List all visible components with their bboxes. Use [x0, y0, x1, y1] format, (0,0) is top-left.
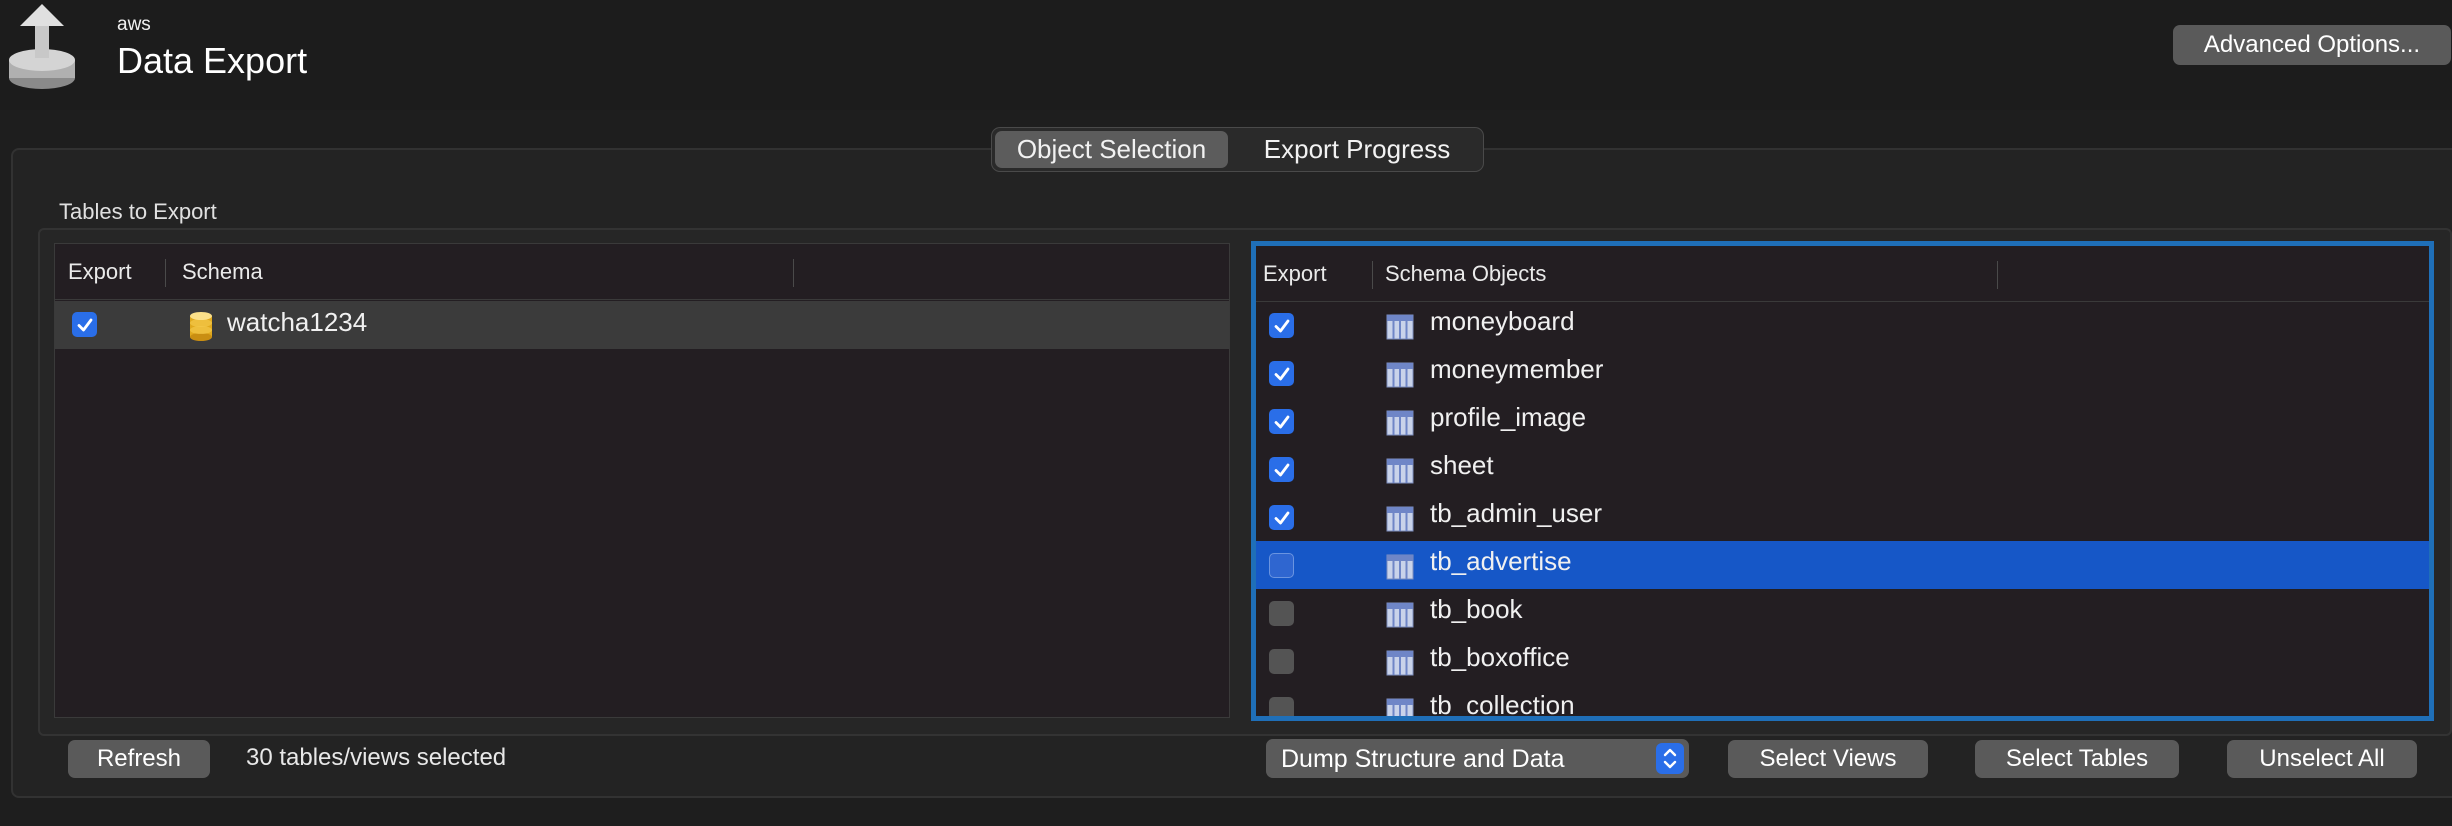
page-title: Data Export [117, 40, 308, 81]
column-divider[interactable] [1372, 261, 1373, 289]
table-header: Export Schema [55, 244, 1229, 300]
dump-mode-value: Dump Structure and Data [1281, 745, 1565, 773]
table-row[interactable]: moneyboard [1256, 301, 2429, 349]
column-divider[interactable] [1997, 261, 1998, 289]
table-row[interactable]: sheet [1256, 445, 2429, 493]
select-views-button[interactable]: Select Views [1728, 740, 1928, 778]
table-row[interactable]: tb_book [1256, 589, 2429, 637]
tab-export-progress[interactable]: Export Progress [1235, 128, 1479, 171]
table-icon [1386, 697, 1414, 716]
export-checkbox[interactable] [1269, 553, 1294, 578]
export-checkbox[interactable] [1269, 649, 1294, 674]
tab-bar: Object Selection Export Progress [991, 127, 1484, 172]
checkmark-icon [1274, 511, 1289, 524]
table-name: tb_admin_user [1430, 498, 1602, 528]
advanced-options-button[interactable]: Advanced Options... [2173, 25, 2451, 65]
database-icon [190, 312, 212, 341]
unselect-all-button[interactable]: Unselect All [2227, 740, 2417, 778]
dump-mode-select[interactable]: Dump Structure and Data [1266, 739, 1689, 778]
table-name: moneyboard [1430, 306, 1575, 336]
export-checkbox[interactable] [1269, 601, 1294, 626]
column-header-schema-objects[interactable]: Schema Objects [1385, 246, 1546, 301]
dropdown-arrows-icon [1656, 743, 1684, 774]
export-checkbox[interactable] [72, 312, 97, 337]
table-row[interactable]: tb_collection [1256, 685, 2429, 720]
table-name: tb_collection [1430, 690, 1575, 720]
export-checkbox[interactable] [1269, 409, 1294, 434]
table-row[interactable]: watcha1234 [55, 301, 1229, 349]
checkmark-icon [1274, 319, 1289, 332]
export-checkbox[interactable] [1269, 361, 1294, 386]
table-icon [1386, 505, 1414, 533]
table-icon [1386, 361, 1414, 389]
column-header-export[interactable]: Export [68, 244, 132, 299]
table-header: Export Schema Objects [1256, 246, 2429, 302]
checkmark-icon [1274, 463, 1289, 476]
table-name: tb_boxoffice [1430, 642, 1570, 672]
table-icon [1386, 601, 1414, 629]
table-row[interactable]: tb_advertise [1256, 541, 2429, 589]
table-name: tb_advertise [1430, 546, 1572, 576]
table-row[interactable]: moneymember [1256, 349, 2429, 397]
table-name: moneymember [1430, 354, 1604, 384]
table-icon [1386, 457, 1414, 485]
refresh-button[interactable]: Refresh [68, 740, 210, 778]
export-checkbox[interactable] [1269, 457, 1294, 482]
table-icon [1386, 313, 1414, 341]
schema-name: watcha1234 [227, 307, 368, 337]
export-checkbox[interactable] [1269, 697, 1294, 716]
table-row[interactable]: profile_image [1256, 397, 2429, 445]
table-name: sheet [1430, 450, 1494, 480]
selection-status: 30 tables/views selected [246, 744, 507, 771]
window-header: aws Data Export Advanced Options... [0, 0, 2452, 110]
select-tables-button[interactable]: Select Tables [1975, 740, 2179, 778]
connection-name: aws [117, 14, 151, 35]
export-checkbox[interactable] [1269, 313, 1294, 338]
table-row[interactable]: tb_admin_user [1256, 493, 2429, 541]
column-divider[interactable] [793, 259, 794, 287]
column-header-schema[interactable]: Schema [182, 244, 263, 299]
checkmark-icon [1274, 367, 1289, 380]
section-label: Tables to Export [59, 199, 217, 224]
schema-objects-table[interactable]: Export Schema Objects moneyboard moneymem… [1251, 241, 2434, 721]
checkmark-icon [77, 318, 92, 331]
column-header-export[interactable]: Export [1263, 246, 1327, 301]
checkmark-icon [1274, 415, 1289, 428]
table-icon [1386, 649, 1414, 677]
table-icon [1386, 409, 1414, 437]
tab-object-selection[interactable]: Object Selection [995, 131, 1228, 168]
data-export-icon [9, 4, 75, 89]
schema-table[interactable]: Export Schema watcha1234 [54, 243, 1230, 718]
column-divider[interactable] [165, 259, 166, 287]
table-name: tb_book [1430, 594, 1523, 624]
table-icon [1386, 553, 1414, 581]
table-name: profile_image [1430, 402, 1587, 432]
export-checkbox[interactable] [1269, 505, 1294, 530]
table-row[interactable]: tb_boxoffice [1256, 637, 2429, 685]
